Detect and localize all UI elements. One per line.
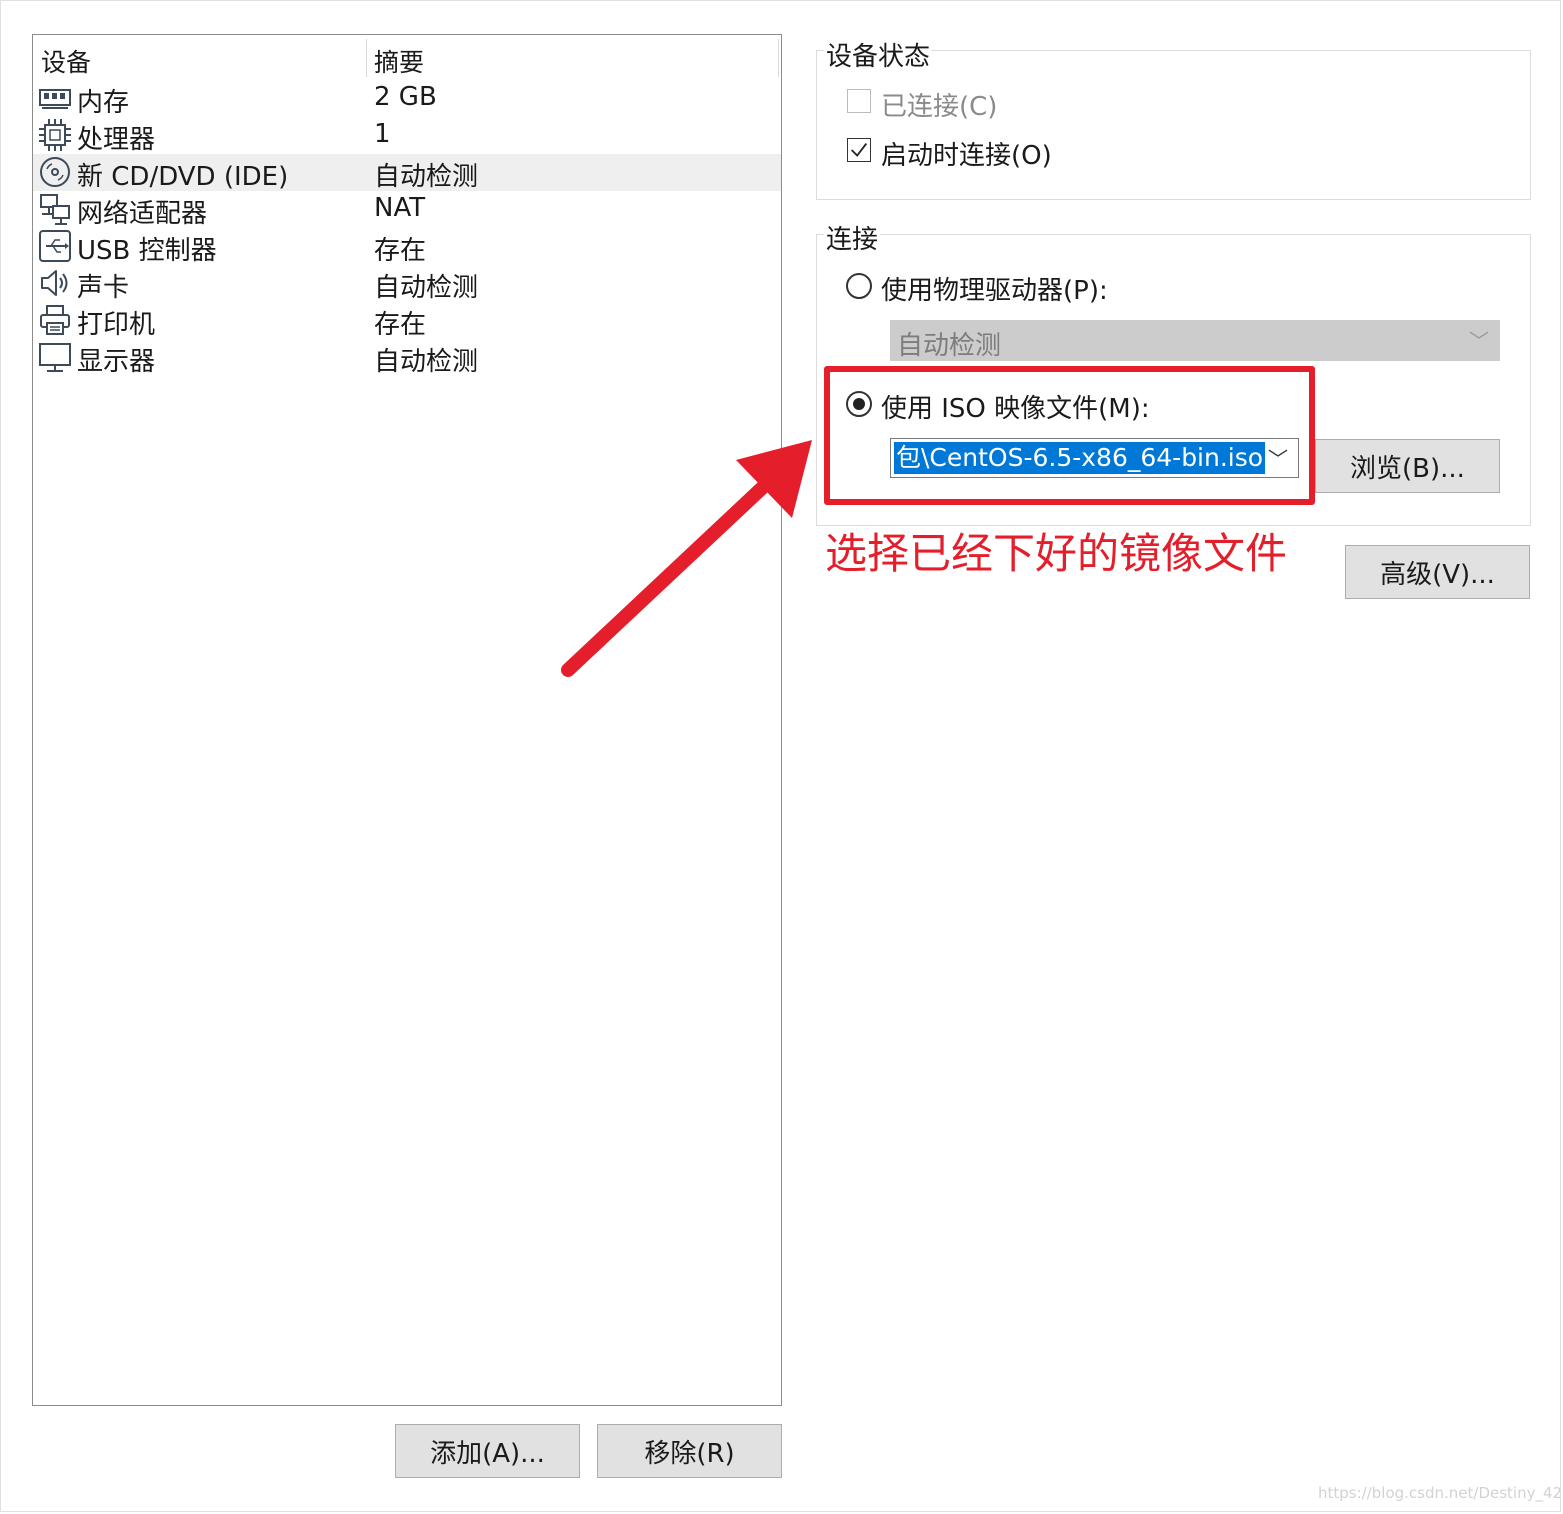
speaker-icon — [38, 266, 72, 300]
device-list[interactable]: 设备 摘要 内存 2 GB 处理器 1 新 CD/DVD (IDE) 自动检测 … — [32, 34, 782, 1406]
device-name: 打印机 — [77, 310, 156, 340]
annotation-highlight-box — [824, 366, 1315, 505]
device-name: 显示器 — [77, 347, 156, 377]
device-summary: 存在 — [374, 310, 427, 340]
add-button[interactable]: 添加(A)... — [395, 1424, 580, 1478]
memory-icon — [38, 81, 72, 115]
usb-icon — [38, 229, 72, 263]
physical-drive-select[interactable]: 自动检测 ﹀ — [890, 320, 1500, 361]
physical-drive-radio[interactable] — [846, 273, 872, 299]
device-list-header: 设备 摘要 — [33, 35, 781, 81]
device-name: 新 CD/DVD (IDE) — [77, 162, 289, 192]
network-adapter-icon — [38, 192, 72, 226]
device-summary: NAT — [374, 193, 426, 223]
watermark: https://blog.csdn.net/Destiny_425 — [1318, 1484, 1563, 1502]
annotation-text: 选择已经下好的镜像文件 — [825, 529, 1288, 578]
device-name: USB 控制器 — [77, 236, 217, 266]
device-row-memory[interactable]: 内存 2 GB — [33, 80, 781, 118]
connected-label: 已连接(C) — [881, 92, 998, 122]
device-status-title: 设备状态 — [824, 36, 933, 73]
chevron-down-icon: ﹀ — [1469, 329, 1489, 353]
device-name: 声卡 — [77, 273, 130, 303]
monitor-icon — [38, 340, 72, 374]
physical-drive-label: 使用物理驱动器(P): — [881, 276, 1108, 306]
column-separator[interactable] — [366, 39, 367, 77]
device-row-processor[interactable]: 处理器 1 — [33, 117, 781, 155]
device-row-cd-dvd[interactable]: 新 CD/DVD (IDE) 自动检测 — [33, 154, 781, 192]
cd-dvd-icon — [38, 155, 72, 189]
connect-on-start-checkbox[interactable] — [847, 138, 871, 162]
connection-title: 连接 — [824, 219, 881, 256]
device-name: 内存 — [77, 88, 130, 118]
processor-icon — [38, 118, 72, 152]
device-row-sound-card[interactable]: 声卡 自动检测 — [33, 265, 781, 303]
connect-on-start-label: 启动时连接(O) — [881, 141, 1052, 171]
device-summary: 自动检测 — [374, 347, 479, 377]
device-summary: 存在 — [374, 236, 427, 266]
printer-icon — [38, 303, 72, 337]
device-summary: 自动检测 — [374, 162, 479, 192]
device-summary: 2 GB — [374, 82, 437, 112]
physical-drive-value: 自动检测 — [897, 331, 1002, 361]
column-header-summary[interactable]: 摘要 — [374, 43, 424, 79]
column-header-device[interactable]: 设备 — [41, 43, 91, 79]
device-name: 网络适配器 — [77, 199, 208, 229]
remove-button[interactable]: 移除(R) — [597, 1424, 782, 1478]
device-name: 处理器 — [77, 125, 156, 155]
annotation-arrow-icon — [561, 440, 812, 677]
device-summary: 自动检测 — [374, 273, 479, 303]
device-row-network-adapter[interactable]: 网络适配器 NAT — [33, 191, 781, 229]
device-summary: 1 — [374, 119, 391, 149]
browse-button[interactable]: 浏览(B)... — [1315, 439, 1500, 493]
column-separator — [778, 39, 779, 77]
device-row-usb-controller[interactable]: USB 控制器 存在 — [33, 228, 781, 266]
device-row-printer[interactable]: 打印机 存在 — [33, 302, 781, 340]
connected-checkbox[interactable] — [847, 89, 871, 113]
checkmark-icon — [851, 143, 868, 157]
advanced-button[interactable]: 高级(V)... — [1345, 545, 1530, 599]
device-row-display[interactable]: 显示器 自动检测 — [33, 339, 781, 377]
